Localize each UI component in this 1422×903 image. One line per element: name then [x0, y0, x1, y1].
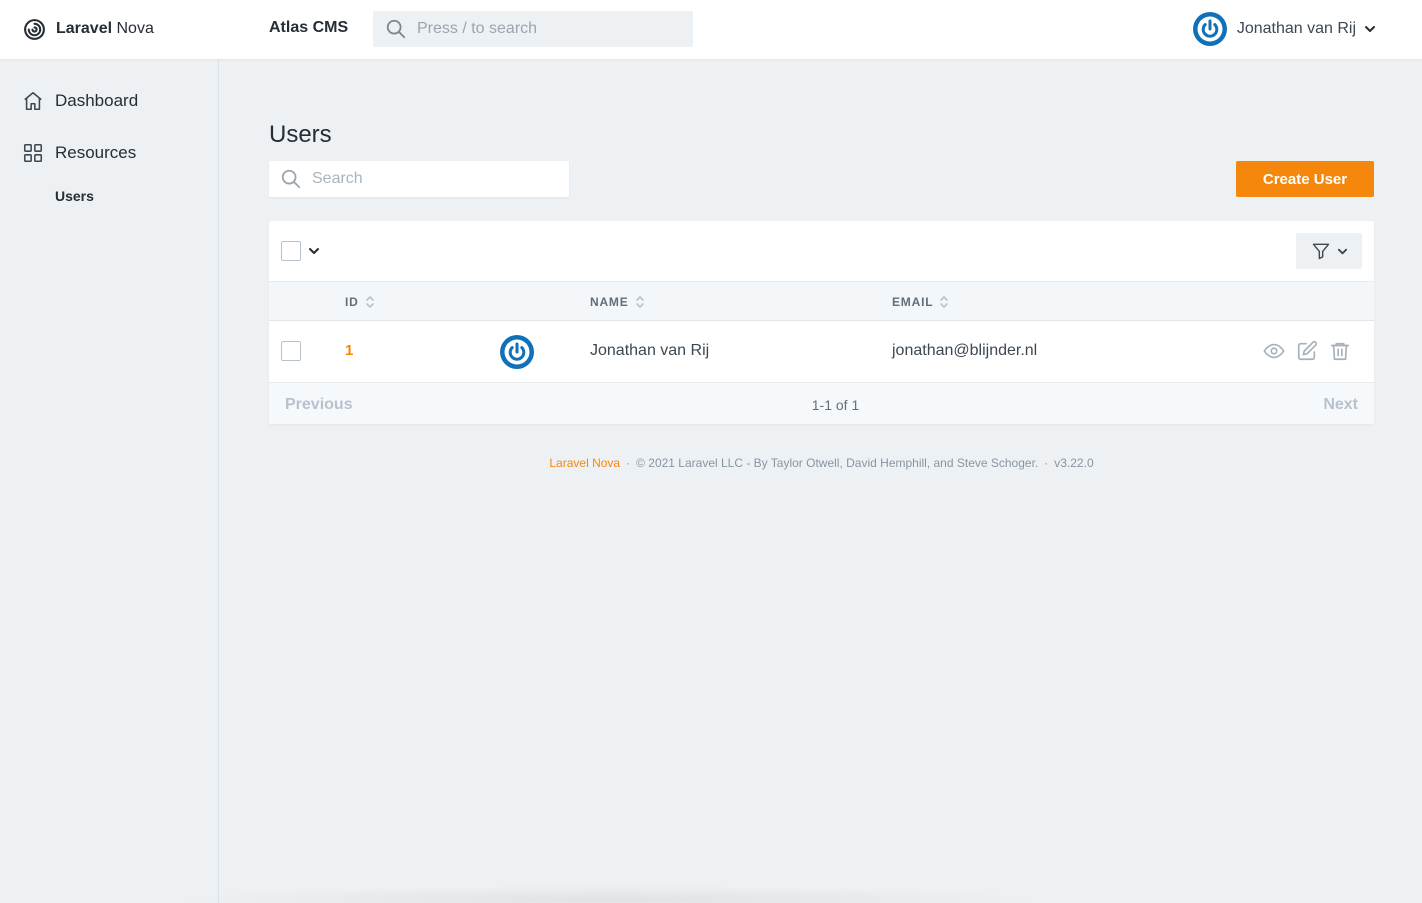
page-title: Users	[269, 121, 332, 148]
table-header: ID NAME EMAIL	[269, 281, 1374, 321]
sidebar-item-users[interactable]: Users	[55, 188, 94, 204]
resource-search[interactable]	[269, 161, 569, 197]
row-actions	[1263, 340, 1362, 362]
home-icon	[24, 91, 42, 111]
cell-id[interactable]: 1	[345, 342, 353, 359]
table-row[interactable]: 1 Jonathan van Rij jonathan@blijnder.nl	[269, 321, 1374, 382]
trash-icon[interactable]	[1329, 340, 1351, 362]
column-label: ID	[345, 295, 359, 309]
footer-brand-link[interactable]: Laravel Nova	[549, 456, 620, 470]
column-header-email[interactable]: EMAIL	[892, 294, 949, 310]
cell-name: Jonathan van Rij	[590, 342, 710, 359]
sidebar-item-label: Dashboard	[55, 91, 139, 110]
user-menu[interactable]: Jonathan van Rij	[1192, 12, 1376, 46]
sidebar: Dashboard Resources Users	[0, 59, 219, 903]
avatar-power-icon	[1192, 12, 1227, 46]
pagination-status: 1-1 of 1	[811, 397, 860, 413]
avatar-power-icon	[500, 335, 534, 369]
row-checkbox[interactable]	[281, 341, 301, 361]
column-label: NAME	[590, 295, 629, 309]
footer: Laravel Nova · © 2021 Laravel LLC - By Tay…	[269, 456, 1374, 470]
user-name: Jonathan van Rij	[1236, 20, 1356, 37]
footer-copyright: © 2021 Laravel LLC - By Taylor Otwell, D…	[636, 456, 1039, 470]
edit-icon[interactable]	[1296, 340, 1318, 362]
filter-icon	[1312, 243, 1329, 260]
table-toolbar	[269, 221, 1374, 281]
chevron-down-icon	[1365, 26, 1375, 32]
footer-separator: ·	[626, 456, 631, 470]
column-header-id[interactable]: ID	[345, 294, 375, 310]
filter-button[interactable]	[1296, 233, 1362, 269]
create-user-button[interactable]: Create User	[1236, 161, 1374, 197]
cell-email: jonathan@blijnder.nl	[892, 342, 1038, 359]
app-name[interactable]: Atlas CMS	[269, 19, 348, 37]
top-header: Laravel Nova Atlas CMS Jonathan van Rij	[0, 0, 1422, 59]
search-icon	[281, 169, 301, 189]
footer-version: v3.22.0	[1054, 456, 1094, 470]
next-page-button[interactable]: Next	[1323, 396, 1358, 414]
sidebar-item-label: Resources	[55, 143, 137, 162]
nova-logo-icon	[24, 18, 45, 40]
brand-text: Laravel Nova	[56, 20, 154, 37]
sidebar-item-resources[interactable]: Resources	[22, 142, 136, 164]
global-search[interactable]	[373, 11, 693, 47]
sort-icon	[940, 296, 949, 308]
brand-logo[interactable]: Laravel Nova	[22, 16, 154, 42]
sort-icon	[635, 296, 644, 308]
resource-search-input[interactable]	[312, 170, 552, 188]
footer-separator: ·	[1044, 456, 1049, 470]
select-all-checkbox[interactable]	[281, 241, 301, 261]
eye-icon[interactable]	[1263, 340, 1285, 362]
global-search-input[interactable]	[417, 20, 677, 38]
search-icon	[386, 19, 406, 39]
grid-icon	[23, 143, 43, 163]
sidebar-item-dashboard[interactable]: Dashboard	[22, 90, 138, 112]
resource-table-card: ID NAME EMAIL 1 Jonathan van Rij jonatha…	[269, 221, 1374, 424]
chevron-down-icon	[1337, 248, 1347, 254]
bottom-shadow	[160, 885, 1060, 903]
pagination: Previous 1-1 of 1 Next	[269, 382, 1374, 424]
sort-icon	[365, 296, 374, 308]
column-label: EMAIL	[892, 295, 934, 309]
chevron-down-icon[interactable]	[308, 245, 320, 257]
column-header-name[interactable]: NAME	[590, 294, 645, 310]
